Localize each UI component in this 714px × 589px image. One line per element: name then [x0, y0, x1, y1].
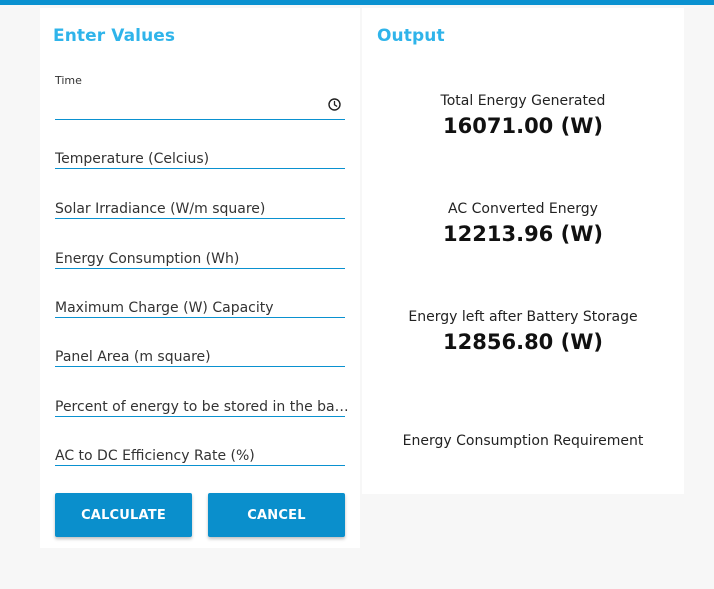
result-label: Energy Consumption Requirement	[402, 433, 644, 449]
battery-storage-result: Energy left after Battery Storage 12856.…	[362, 308, 684, 356]
battery-storage-percent-input[interactable]: Percent of energy to be stored in the ba…	[55, 382, 349, 417]
result-label: AC Converted Energy	[448, 201, 598, 217]
time-label: Time	[55, 74, 82, 87]
time-input[interactable]: Time	[55, 74, 345, 120]
result-label: Total Energy Generated	[440, 93, 606, 109]
panel-area-label: Panel Area (m square)	[55, 349, 211, 365]
temperature-label: Temperature (Celcius)	[55, 151, 210, 167]
max-charge-capacity-label: Maximum Charge (W) Capacity	[55, 300, 274, 316]
top-accent-bar	[0, 0, 714, 5]
result-label: Energy left after Battery Storage	[408, 309, 638, 325]
result-value: 12213.96 (W)	[443, 222, 603, 246]
input-card: Enter Values Time Temperature (Celcius) …	[40, 8, 360, 548]
input-card-title: Enter Values	[53, 26, 176, 46]
ac-converted-result: AC Converted Energy 12213.96 (W)	[362, 200, 684, 248]
panel-area-input[interactable]: Panel Area (m square)	[55, 333, 345, 367]
result-value: 16071.00 (W)	[443, 114, 603, 138]
solar-irradiance-input[interactable]: Solar Irradiance (W/m square)	[55, 184, 345, 219]
energy-consumption-input[interactable]: Energy Consumption (Wh)	[55, 234, 345, 269]
ac-dc-efficiency-input[interactable]: AC to DC Efficiency Rate (%)	[55, 432, 345, 466]
total-energy-result: Total Energy Generated 16071.00 (W)	[362, 92, 684, 140]
cancel-button[interactable]: CANCEL	[208, 493, 345, 537]
energy-consumption-label: Energy Consumption (Wh)	[55, 251, 240, 267]
battery-storage-percent-label: Percent of energy to be stored in the ba…	[55, 399, 349, 415]
result-value: 12856.80 (W)	[443, 330, 603, 354]
output-card-title: Output	[377, 26, 445, 46]
clock-icon[interactable]	[328, 96, 341, 111]
output-card: Output Total Energy Generated 16071.00 (…	[362, 8, 684, 494]
max-charge-capacity-input[interactable]: Maximum Charge (W) Capacity	[55, 284, 345, 318]
calculate-button[interactable]: CALCULATE	[55, 493, 192, 537]
consumption-requirement-result: Energy Consumption Requirement	[362, 432, 684, 452]
temperature-input[interactable]: Temperature (Celcius)	[55, 134, 345, 169]
solar-irradiance-label: Solar Irradiance (W/m square)	[55, 201, 266, 217]
ac-dc-efficiency-label: AC to DC Efficiency Rate (%)	[55, 448, 255, 464]
